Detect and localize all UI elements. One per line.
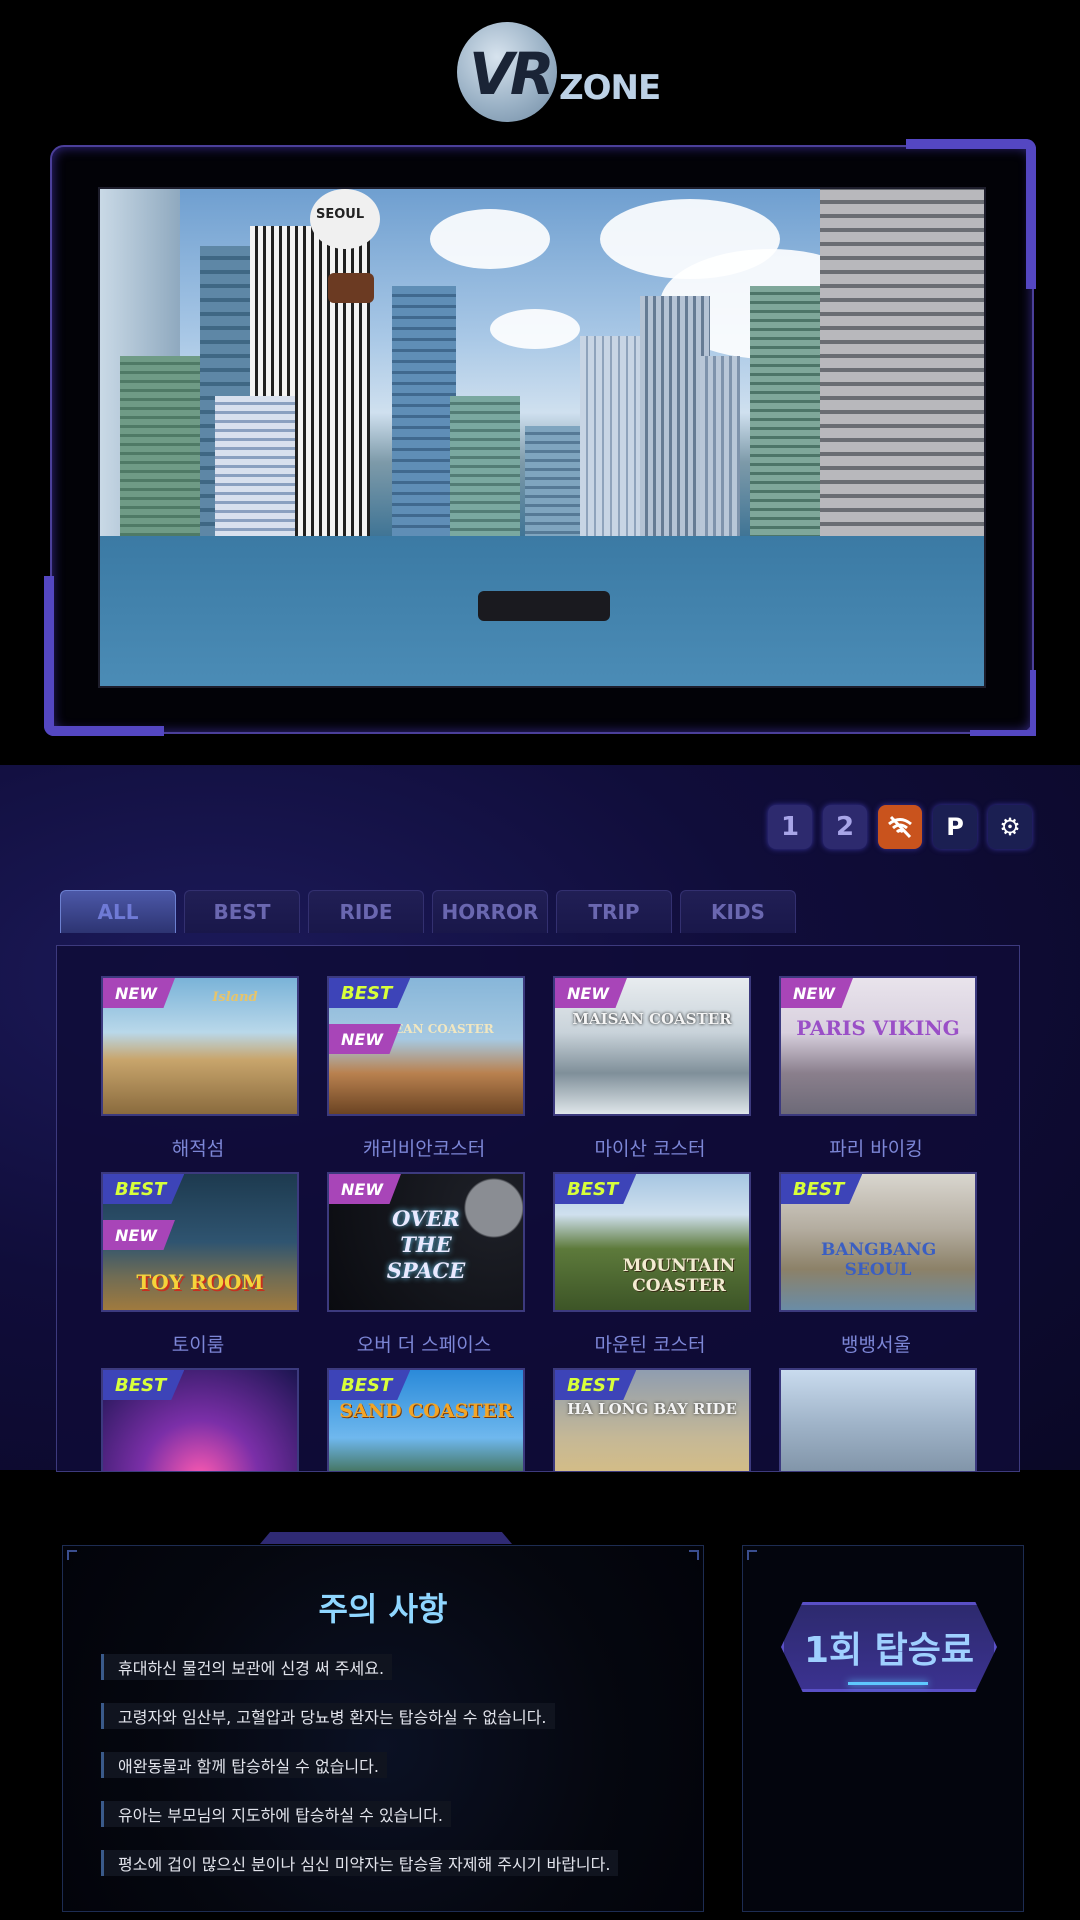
content-grid: Island NEW 해적섬 RIBBEAN COASTER BEST NEW … xyxy=(56,945,1020,1472)
card-label: 파리 바이킹 xyxy=(829,1138,923,1160)
content-card[interactable]: PARIS VIKING NEW 파리 바이킹 xyxy=(779,976,977,1161)
price-glow xyxy=(848,1682,928,1685)
notice-item: 휴대하신 물건의 보관에 신경 써 주세요. xyxy=(101,1654,393,1680)
thumb-title: SAND COASTER xyxy=(339,1400,513,1422)
content-thumbnail: TOY ROOM BEST NEW xyxy=(101,1172,299,1312)
best-badge: BEST xyxy=(781,1174,863,1204)
thumb-title: Island xyxy=(212,990,258,1005)
player-1-label: 1 xyxy=(780,812,800,842)
thumb-title: TOY ROOM xyxy=(136,1270,264,1294)
notice-panel: 주의 사항 휴대하신 물건의 보관에 신경 써 주세요. 고령자와 임산부, 고… xyxy=(62,1545,704,1912)
content-card[interactable]: SAND COASTER BEST xyxy=(327,1368,525,1471)
balloon-basket xyxy=(328,273,374,303)
card-label: 마이산 코스터 xyxy=(594,1138,706,1160)
card-label: 마운틴 코스터 xyxy=(594,1334,706,1356)
parking-button[interactable]: P xyxy=(933,805,977,849)
thumb-title: MOUNTAIN COASTER xyxy=(622,1256,736,1296)
content-thumbnail: OVER THE SPACE NEW xyxy=(327,1172,525,1312)
new-badge: NEW xyxy=(103,978,175,1008)
new-badge: NEW xyxy=(555,978,627,1008)
content-card[interactable]: MAISAN COASTER NEW 마이산 코스터 xyxy=(553,976,751,1161)
notice-item: 유아는 부모님의 지도하에 탑승하실 수 있습니다. xyxy=(101,1801,451,1827)
content-thumbnail: MOUNTAIN COASTER BEST xyxy=(553,1172,751,1312)
corner-deco xyxy=(747,1550,757,1560)
player-1-button[interactable]: 1 xyxy=(768,805,812,849)
player-2-button[interactable]: 2 xyxy=(823,805,867,849)
logo-zone-text: ZONE xyxy=(559,68,661,108)
category-tabs: ALL BEST RIDE HORROR TRIP KIDS xyxy=(60,890,804,934)
corner-deco xyxy=(67,1550,77,1560)
price-label: 1회 탑승료 xyxy=(781,1602,997,1692)
tab-horror[interactable]: HORROR xyxy=(432,890,548,933)
settings-button[interactable]: ⚙ xyxy=(988,805,1032,849)
new-badge: NEW xyxy=(329,1174,401,1204)
logo-vr-text: VR xyxy=(469,40,555,108)
thumb-title: PARIS VIKING xyxy=(796,1016,960,1040)
best-badge: BEST xyxy=(329,1370,411,1400)
content-thumbnail: MAISAN COASTER NEW xyxy=(553,976,751,1116)
thumb-title: MAISAN COASTER xyxy=(572,1010,732,1028)
notice-item: 평소에 겁이 많으신 분이나 심신 미약자는 탑승을 자제해 주시기 바랍니다. xyxy=(101,1850,619,1876)
new-badge: NEW xyxy=(103,1220,175,1250)
card-label: 캐리비안코스터 xyxy=(362,1138,486,1160)
best-badge: BEST xyxy=(103,1370,185,1400)
content-card[interactable] xyxy=(779,1368,977,1471)
tab-kids[interactable]: KIDS xyxy=(680,890,796,933)
price-panel: 1회 탑승료 xyxy=(742,1545,1024,1912)
wifi-off-button[interactable] xyxy=(878,805,922,849)
tab-trip[interactable]: TRIP xyxy=(556,890,672,933)
thumb-title: HA LONG BAY RIDE xyxy=(567,1400,737,1418)
new-badge: NEW xyxy=(781,978,853,1008)
content-thumbnail: BANGBANG SEOUL BEST xyxy=(779,1172,977,1312)
gear-icon: ⚙ xyxy=(999,813,1021,841)
tab-best[interactable]: BEST xyxy=(184,890,300,933)
platform xyxy=(478,591,610,621)
preview-video[interactable]: SEOUL xyxy=(98,187,986,688)
best-badge: BEST xyxy=(103,1174,185,1204)
balloon-text: SEOUL xyxy=(316,207,365,222)
wifi-off-icon xyxy=(888,815,912,839)
notice-title: 주의 사항 xyxy=(318,1590,448,1628)
content-thumbnail: RIBBEAN COASTER BEST NEW xyxy=(327,976,525,1116)
content-card[interactable]: RIBBEAN COASTER BEST NEW 캐리비안코스터 xyxy=(327,976,525,1161)
player-2-label: 2 xyxy=(835,812,855,842)
content-thumbnail: Island NEW xyxy=(101,976,299,1116)
thumb-title: BANGBANG SEOUL xyxy=(821,1240,937,1280)
content-thumbnail: SAND COASTER BEST xyxy=(327,1368,525,1471)
corner-deco xyxy=(689,1550,699,1560)
content-card[interactable]: MOUNTAIN COASTER BEST 마운틴 코스터 xyxy=(553,1172,751,1357)
card-label: 오버 더 스페이스 xyxy=(356,1334,492,1356)
content-card[interactable]: OVER THE SPACE NEW 오버 더 스페이스 xyxy=(327,1172,525,1357)
notice-item: 고령자와 임산부, 고혈압과 당뇨병 환자는 탑승하실 수 없습니다. xyxy=(101,1703,555,1729)
notice-top-deco xyxy=(260,1532,512,1544)
balloon: SEOUL xyxy=(310,189,380,249)
content-thumbnail: BEST xyxy=(101,1368,299,1471)
tab-ride[interactable]: RIDE xyxy=(308,890,424,933)
content-thumbnail: HA LONG BAY RIDE BEST xyxy=(553,1368,751,1471)
content-card[interactable]: BANGBANG SEOUL BEST 뱅뱅서울 xyxy=(779,1172,977,1357)
notice-item: 애완동물과 함께 탑승하실 수 없습니다. xyxy=(101,1752,387,1778)
card-label: 토이룸 xyxy=(171,1334,225,1356)
content-card[interactable]: HA LONG BAY RIDE BEST xyxy=(553,1368,751,1471)
card-label: 뱅뱅서울 xyxy=(841,1334,911,1356)
content-card[interactable]: Island NEW 해적섬 xyxy=(101,976,299,1161)
content-thumbnail xyxy=(779,1368,977,1471)
content-card[interactable]: BEST xyxy=(101,1368,299,1471)
parking-label: P xyxy=(946,813,964,841)
vr-zone-logo: VR ZONE xyxy=(455,18,665,123)
preview-frame: SEOUL xyxy=(44,139,1036,736)
best-badge: BEST xyxy=(555,1370,637,1400)
content-thumbnail: PARIS VIKING NEW xyxy=(779,976,977,1116)
card-label: 해적섬 xyxy=(171,1138,225,1160)
thumb-title: OVER THE SPACE xyxy=(386,1206,466,1283)
best-badge: BEST xyxy=(329,978,411,1008)
best-badge: BEST xyxy=(555,1174,637,1204)
tab-all[interactable]: ALL xyxy=(60,890,176,933)
content-card[interactable]: TOY ROOM BEST NEW 토이룸 xyxy=(101,1172,299,1357)
new-badge: NEW xyxy=(329,1024,401,1054)
